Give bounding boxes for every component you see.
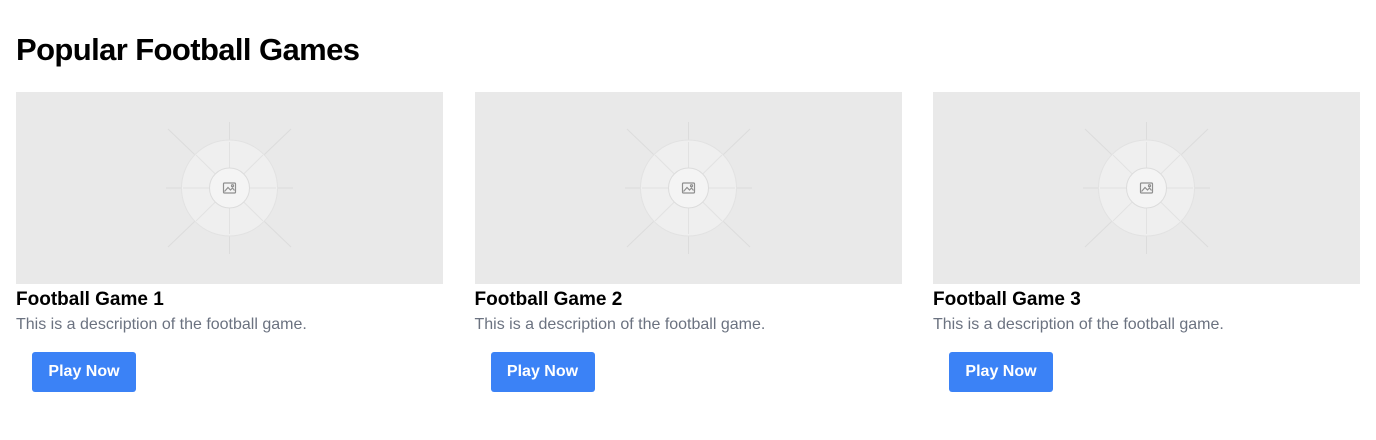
page-title: Popular Football Games [16,32,360,67]
game-title: Football Game 3 [933,289,1081,310]
game-description: This is a description of the football ga… [474,316,766,333]
game-card: Football Game 1 This is a description of… [16,92,443,392]
play-now-button[interactable]: Play Now [32,352,136,392]
game-thumbnail [474,92,902,284]
image-placeholder-icon [624,122,752,254]
game-card: Football Game 2 This is a description of… [474,92,902,392]
game-thumbnail [16,92,443,284]
image-placeholder-icon [166,122,293,254]
game-title: Football Game 1 [16,289,164,310]
image-placeholder-icon [1083,122,1210,254]
games-grid: Football Game 1 This is a description of… [16,92,1360,392]
game-description: This is a description of the football ga… [933,316,1224,333]
play-now-button[interactable]: Play Now [490,352,595,392]
games-page: Popular Football Games Football Game 1 T… [0,0,1376,440]
play-now-button[interactable]: Play Now [949,352,1053,392]
game-thumbnail [933,92,1360,284]
game-card: Football Game 3 This is a description of… [933,92,1360,392]
game-title: Football Game 2 [474,289,623,310]
game-description: This is a description of the football ga… [16,316,307,333]
